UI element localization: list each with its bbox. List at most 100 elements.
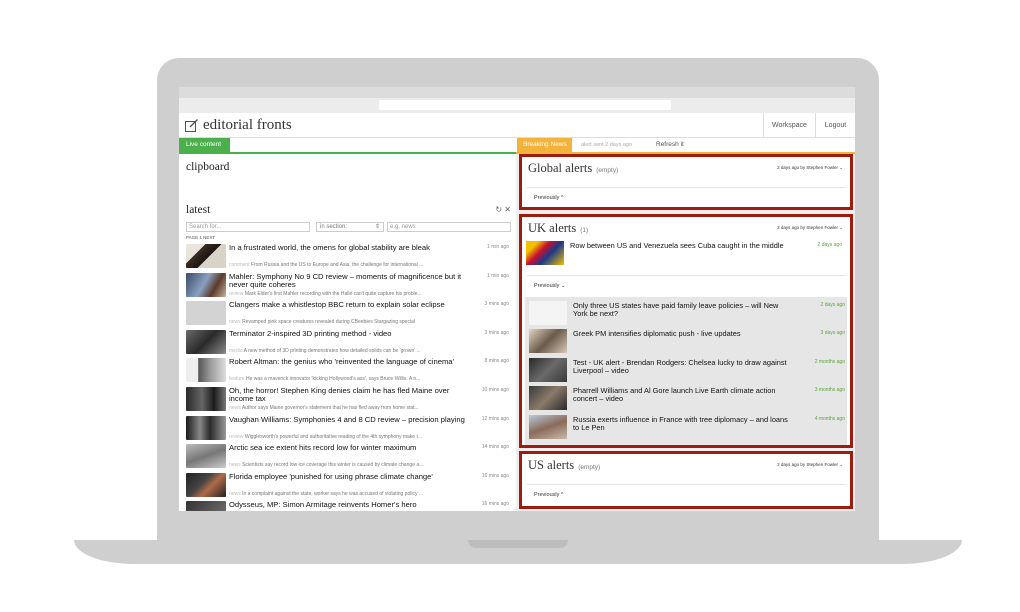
item-tag: news bbox=[229, 462, 241, 469]
section-select[interactable]: in section: ⇕ bbox=[316, 222, 384, 232]
alert-title: Row between US and Venezuela sees Cuba c… bbox=[570, 241, 784, 250]
workspace-button[interactable]: Workspace bbox=[763, 113, 815, 138]
list-item[interactable]: Robert Altman: the genius who 'reinvente… bbox=[186, 356, 514, 385]
item-tag: review bbox=[229, 290, 244, 297]
item-title: Robert Altman: the genius who 'reinvente… bbox=[229, 357, 454, 367]
item-standfirst: In a complaint against the state, worker… bbox=[242, 490, 424, 497]
item-subtitle: media A new method of 3D printing demons… bbox=[229, 348, 469, 354]
latest-feed: In a frustrated world, the omens for glo… bbox=[186, 242, 514, 511]
item-tag: news bbox=[229, 319, 241, 326]
alert-time: 3 days ago bbox=[820, 330, 845, 336]
item-title: Arctic sea ice extent hits record low fo… bbox=[229, 443, 417, 453]
item-title: In a frustrated world, the omens for glo… bbox=[229, 243, 430, 252]
address-bar[interactable] bbox=[379, 100, 671, 110]
thumbnail bbox=[186, 472, 226, 497]
chevron-down-icon: ⌄ bbox=[839, 165, 843, 170]
laptop-notch bbox=[468, 540, 568, 548]
item-tag: news bbox=[229, 490, 241, 497]
alerts-area: Global alerts (empty) 2 days ago by Steph… bbox=[516, 154, 855, 511]
edit-icon bbox=[185, 119, 198, 132]
list-item[interactable]: Terminator 2-inspired 3D printing method… bbox=[186, 328, 514, 357]
search-input[interactable]: Search for... bbox=[186, 222, 310, 232]
thumbnail bbox=[529, 329, 567, 353]
item-tag: review bbox=[229, 433, 244, 440]
panel-meta[interactable]: 2 days ago by Stephen Fowler ⌄ bbox=[777, 225, 843, 231]
alert-title: Only three US states have paid family le… bbox=[573, 301, 779, 318]
item-title: Oh, the horror! Stephen King denies clai… bbox=[229, 385, 450, 403]
item-time: 1 min ago bbox=[487, 272, 509, 279]
list-item[interactable]: Oh, the horror! Stephen King denies clai… bbox=[186, 385, 514, 414]
panel-meta[interactable]: 2 days ago by Stephen Fowler ⌄ bbox=[777, 462, 843, 468]
browser-titlebar bbox=[179, 87, 855, 98]
list-item[interactable]: Clangers make a whistlestop BBC return t… bbox=[186, 299, 514, 328]
item-title: Terminator 2-inspired 3D printing method… bbox=[229, 328, 392, 338]
thumbnail bbox=[529, 415, 567, 439]
alert-title: Test - UK alert - Brendan Rodgers: Chels… bbox=[573, 358, 787, 375]
list-item[interactable]: Vaughan Williams: Symphonies 4 and 8 CD … bbox=[186, 414, 514, 443]
section-filter-input[interactable]: e.g. news bbox=[387, 222, 511, 232]
panel-meta-text: 2 days ago by Stephen Fowler bbox=[777, 165, 838, 170]
list-item[interactable]: Only three US states have paid family le… bbox=[529, 301, 849, 327]
item-time: 14 mins ago bbox=[481, 444, 509, 451]
item-standfirst: Mark Elder's first Mahler recording with… bbox=[244, 290, 422, 297]
thumbnail bbox=[529, 386, 567, 410]
alert-title: Greek PM intensifies diplomatic push - l… bbox=[573, 329, 741, 338]
close-icon[interactable]: ✕ bbox=[504, 205, 511, 214]
item-standfirst: Scientists say record low ice coverage t… bbox=[242, 462, 424, 469]
alert-count: (empty) bbox=[578, 464, 601, 471]
alert-title: Russia exerts influence in France with t… bbox=[573, 415, 788, 432]
alert-count: (1) bbox=[580, 227, 589, 234]
panel-divider bbox=[527, 275, 845, 276]
previously-toggle[interactable]: Previously ⌄ bbox=[534, 283, 566, 289]
current-alert[interactable]: Row between US and Venezuela sees Cuba c… bbox=[526, 241, 846, 267]
list-item[interactable]: Odysseus, MP: Simon Armitage reinvents H… bbox=[186, 499, 514, 511]
chevron-down-icon: ⌄ bbox=[839, 462, 843, 467]
item-time: 16 mins ago bbox=[481, 501, 509, 508]
item-title: Odysseus, MP: Simon Armitage reinvents H… bbox=[229, 500, 417, 510]
alert-time: 3 months ago bbox=[814, 387, 845, 393]
item-title: Vaughan Williams: Symphonies 4 and 8 CD … bbox=[229, 414, 465, 424]
list-item[interactable]: Mahler: Symphony No 9 CD review – moment… bbox=[186, 271, 514, 300]
item-standfirst: Revamped pink space creatures revealed d… bbox=[242, 319, 415, 326]
thumbnail bbox=[186, 386, 226, 411]
panel-title: UK alerts (1) bbox=[528, 221, 588, 236]
refresh-icon[interactable]: ↻ bbox=[495, 205, 502, 214]
panel-meta[interactable]: 2 days ago by Stephen Fowler ⌄ bbox=[777, 165, 843, 171]
thumbnail bbox=[186, 501, 226, 511]
item-subtitle: news Scientists say record low ice cover… bbox=[229, 462, 469, 468]
latest-title: latest bbox=[186, 204, 211, 216]
panel-meta-text: 2 days ago by Stephen Fowler bbox=[777, 462, 838, 467]
thumbnail bbox=[186, 329, 226, 354]
item-tag: media bbox=[229, 347, 243, 354]
tab-live-content[interactable]: Live content bbox=[179, 138, 230, 152]
previously-toggle[interactable]: Previously ^ bbox=[534, 195, 563, 201]
thumbnail bbox=[186, 272, 226, 297]
item-time: 10 mins ago bbox=[481, 386, 509, 393]
list-item[interactable]: Greek PM intensifies diplomatic push - l… bbox=[529, 329, 849, 355]
thumbnail bbox=[186, 244, 226, 268]
tab-breaking-news[interactable]: Breaking News bbox=[517, 138, 572, 152]
item-title: Florida employee 'punished for using phr… bbox=[229, 471, 433, 481]
refresh-button[interactable]: Refresh it bbox=[656, 141, 684, 148]
previously-toggle[interactable]: Previously ^ bbox=[534, 492, 563, 498]
list-item[interactable]: Florida employee 'punished for using phr… bbox=[186, 471, 514, 500]
alert-time: 2 months ago bbox=[814, 359, 845, 365]
panel-divider bbox=[527, 187, 845, 188]
app-header: editorial fronts Workspace Logout bbox=[179, 113, 855, 138]
list-item[interactable]: Pharrell Williams and Al Gore launch Liv… bbox=[529, 386, 849, 412]
pagination[interactable]: PAGE 1 NEXT bbox=[186, 235, 215, 240]
panel-meta-text: 2 days ago by Stephen Fowler bbox=[777, 225, 838, 230]
list-item[interactable]: Russia exerts influence in France with t… bbox=[529, 415, 849, 441]
thumbnail bbox=[526, 241, 564, 265]
list-item[interactable]: Test - UK alert - Brendan Rodgers: Chels… bbox=[529, 358, 849, 384]
logout-button[interactable]: Logout bbox=[815, 113, 855, 138]
live-divider bbox=[179, 152, 516, 154]
global-alerts-title: Global alerts bbox=[528, 161, 593, 175]
item-subtitle: news Author says Maine governor's statem… bbox=[229, 405, 469, 411]
thumbnail bbox=[186, 301, 226, 326]
list-item[interactable]: In a frustrated world, the omens for glo… bbox=[186, 242, 514, 271]
list-item[interactable]: Arctic sea ice extent hits record low fo… bbox=[186, 442, 514, 471]
alert-time: 4 months ago bbox=[814, 416, 845, 422]
panel-title: US alerts (empty) bbox=[528, 458, 600, 473]
chevron-down-icon: ⌄ bbox=[839, 225, 843, 230]
